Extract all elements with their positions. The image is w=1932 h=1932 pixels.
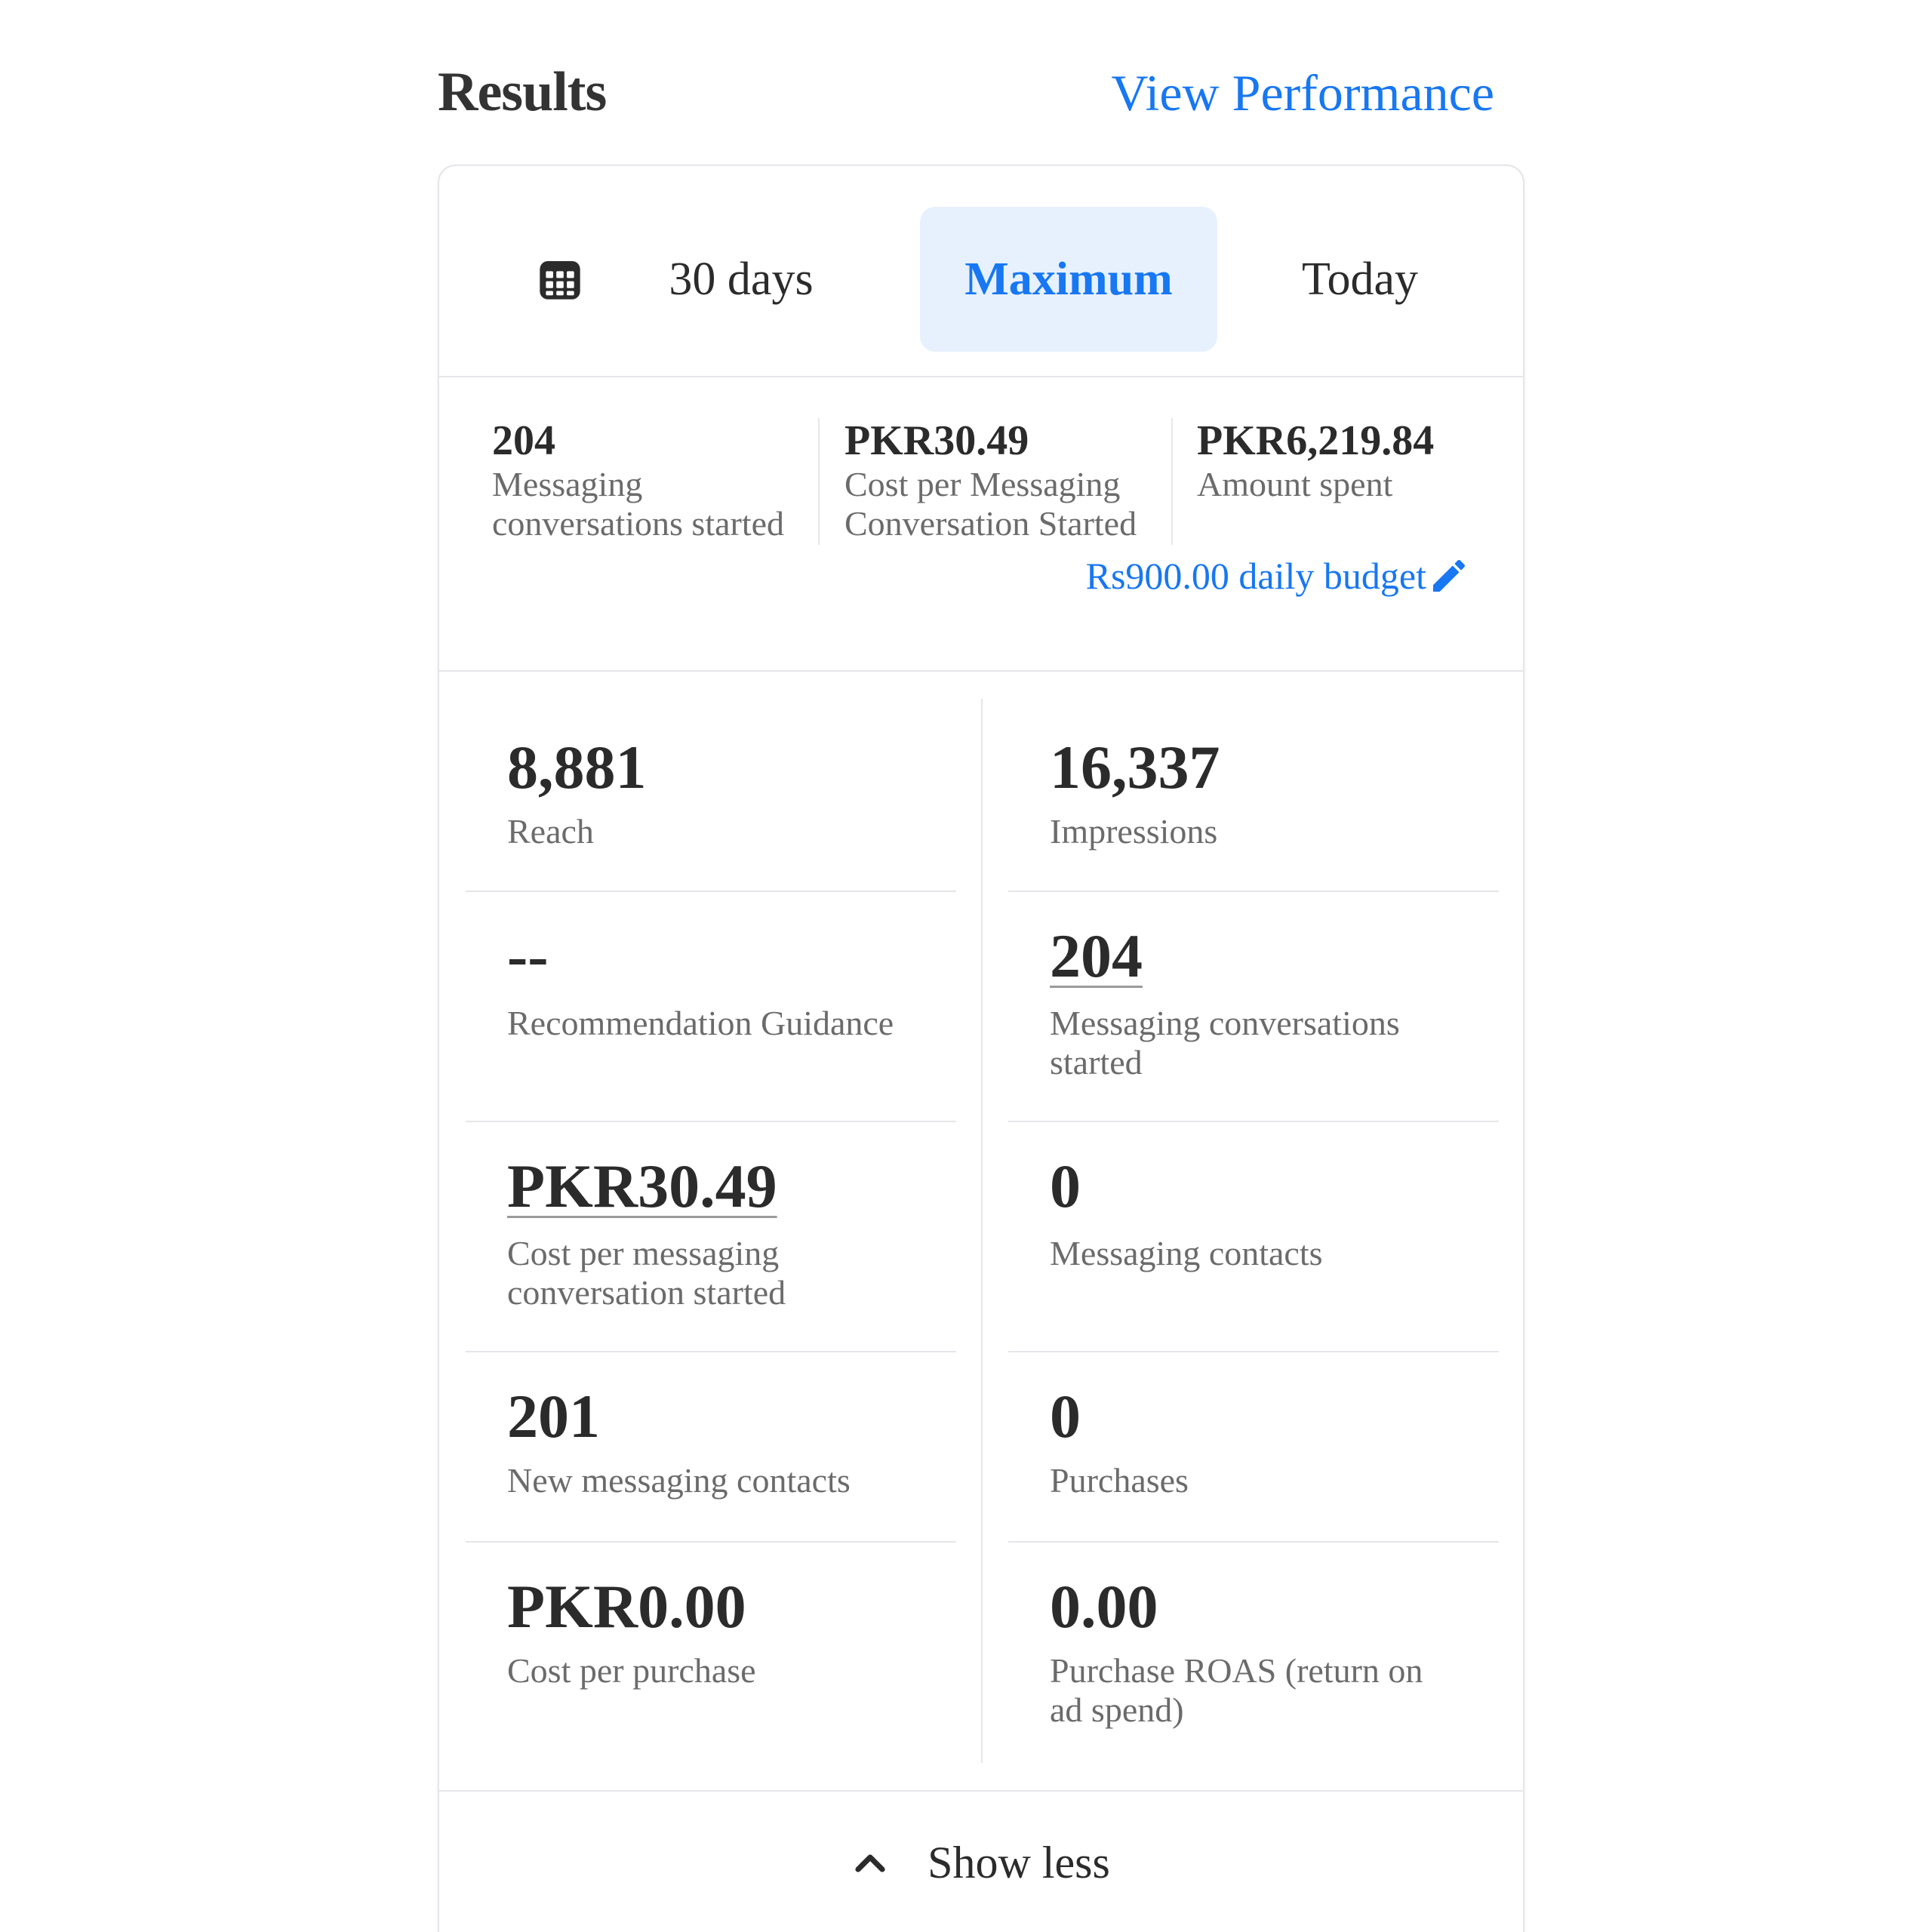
metric-label: New messaging contacts [507,1461,851,1500]
metric-label: Purchases [1050,1461,1189,1500]
metric-label: Reach [507,812,594,851]
summary-label: Cost per Messaging Conversation Started [844,465,1177,543]
daily-budget-link[interactable]: Rs900.00 daily budget [1086,554,1470,598]
tab-maximum[interactable]: Maximum [920,207,1217,352]
metric-label: Messaging contacts [1050,1234,1323,1272]
metric-value: 201 [507,1382,600,1451]
metric-value[interactable]: 204 [1050,922,1143,990]
metric-label-line: ad spend) [1050,1690,1184,1729]
pencil-icon [1433,559,1466,592]
show-less-button[interactable]: Show less [439,1837,1523,1889]
summary-section: 204 Messaging conversations started PKR3… [439,379,1523,672]
calendar-grid-icon[interactable] [536,255,584,303]
results-card: 30 days Maximum Today 204 Messaging conv… [438,165,1524,1932]
summary-conversations: 204 Messaging conversations started [492,417,824,545]
metric-label: Impressions [1050,812,1218,851]
metric-label: Cost per purchase [507,1651,756,1690]
metric-label-line: Messaging conversations [1050,1004,1400,1042]
tab-30-days[interactable]: 30 days [628,207,854,352]
divider [1171,418,1173,545]
summary-value: PKR30.49 [844,417,1029,464]
show-less-label: Show less [928,1838,1110,1887]
metric-value: 8,881 [507,733,647,801]
metric-cost-per-messaging[interactable]: PKR30.49 Cost per messaging conversation… [466,1122,956,1352]
metric-value: 0 [1050,1152,1081,1220]
metric-label-line: conversation started [507,1273,786,1312]
metric-label: Messaging conversations started [1050,1004,1472,1082]
card-footer: Show less [439,1790,1523,1932]
metrics-grid: 8,881 Reach 16,337 Impressions -- Recomm… [439,673,1523,1790]
metric-label: Cost per messaging conversation started [507,1234,930,1312]
metric-value: 16,337 [1050,733,1220,801]
metric-label: Recommendation Guidance [507,1004,894,1042]
tab-today[interactable]: Today [1239,207,1481,352]
metric-value: 0 [1050,1382,1081,1451]
metric-label-line: Cost per messaging [507,1234,780,1272]
divider [818,418,820,545]
metric-label: Purchase ROAS (return on ad spend) [1050,1651,1472,1730]
date-range-tabs: 30 days Maximum Today [439,166,1523,377]
metric-messaging-contacts: 0 Messaging contacts [1008,1122,1499,1352]
summary-label-line: Cost per Messaging [844,465,1121,503]
metric-new-messaging-contacts: 201 New messaging contacts [466,1352,956,1543]
metric-impressions: 16,337 Impressions [1008,673,1499,892]
summary-cost-per-conversation: PKR30.49 Cost per Messaging Conversation… [844,417,1177,545]
summary-value: PKR6,219.84 [1197,417,1435,464]
column-divider [981,699,983,1763]
metric-cost-per-purchase: PKR0.00 Cost per purchase [466,1543,956,1769]
summary-label: Amount spent [1197,465,1506,504]
daily-budget-label: Rs900.00 daily budget [1085,555,1426,597]
metric-value: PKR0.00 [507,1572,746,1641]
chevron-up-icon [855,1854,885,1872]
metric-messaging-conversations[interactable]: 204 Messaging conversations started [1008,892,1499,1122]
summary-label-line: Amount spent [1197,465,1393,503]
metric-value: 0.00 [1050,1572,1158,1641]
view-performance-link[interactable]: View Performance [1111,63,1494,123]
metric-label-line: Purchase ROAS (return on [1050,1651,1423,1690]
metric-value: -- [507,921,549,990]
summary-value: 204 [492,417,555,464]
summary-label-line: Messaging [492,465,643,503]
metric-purchase-roas: 0.00 Purchase ROAS (return on ad spend) [1008,1543,1499,1769]
page-title: Results [438,61,607,123]
metric-recommendation-guidance[interactable]: -- Recommendation Guidance [466,892,956,1122]
metric-reach: 8,881 Reach [466,673,956,892]
summary-amount-spent: PKR6,219.84 Amount spent [1197,417,1506,545]
results-header: Results View Performance [438,53,1502,136]
metric-value[interactable]: PKR30.49 [507,1152,777,1220]
metric-label-line: started [1050,1043,1143,1081]
summary-label-line: Conversation Started [844,504,1137,543]
summary-label-line: conversations started [492,504,785,543]
metric-purchases: 0 Purchases [1008,1352,1499,1543]
summary-label: Messaging conversations started [492,465,824,543]
